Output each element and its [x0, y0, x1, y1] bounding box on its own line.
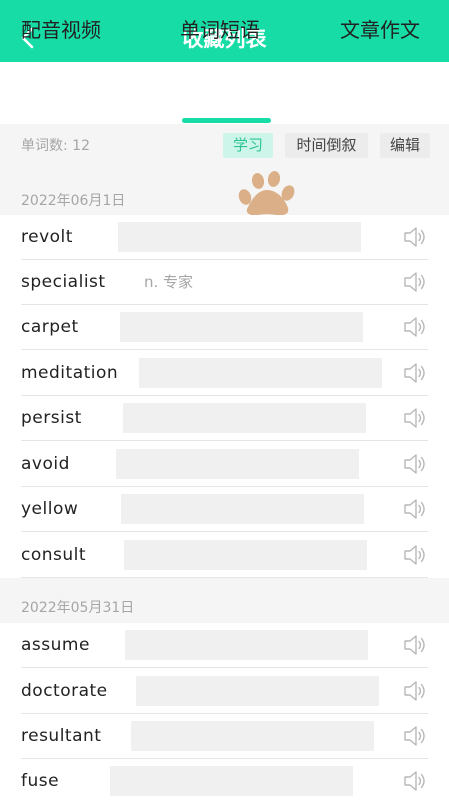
- meaning-mask[interactable]: [118, 222, 361, 252]
- list-item[interactable]: resultant: [0, 714, 449, 759]
- date-label: 2022年05月31日: [21, 600, 135, 616]
- row-divider: [21, 667, 428, 668]
- active-tab-indicator: [182, 118, 271, 123]
- word-text: persist: [21, 408, 82, 428]
- meaning-mask[interactable]: [121, 494, 364, 524]
- speaker-icon[interactable]: [403, 680, 427, 702]
- word-text: meditation: [21, 363, 119, 383]
- meaning-mask[interactable]: [116, 449, 359, 479]
- word-count-label: 单词数: 12: [21, 138, 90, 154]
- paw-icon: [238, 171, 295, 216]
- word-text: consult: [21, 545, 87, 565]
- meaning-mask[interactable]: [125, 630, 368, 660]
- meaning-mask[interactable]: [131, 721, 374, 751]
- speaker-icon[interactable]: [403, 725, 427, 747]
- list-item[interactable]: revolt: [0, 215, 449, 260]
- word-text: resultant: [21, 726, 102, 746]
- speaker-icon[interactable]: [403, 544, 427, 566]
- speaker-icon[interactable]: [403, 634, 427, 656]
- date-label: 2022年06月1日: [21, 193, 126, 209]
- date-header: 2022年06月1日: [0, 170, 449, 216]
- list-item[interactable]: specialist n. 专家: [0, 260, 449, 305]
- word-text: yellow: [21, 499, 79, 519]
- word-text: doctorate: [21, 681, 108, 701]
- speaker-icon[interactable]: [403, 770, 427, 792]
- tab-articles-essays[interactable]: 文章作文: [340, 16, 420, 44]
- date-header: 2022年05月31日: [0, 578, 449, 624]
- word-text: fuse: [21, 771, 60, 791]
- list-item[interactable]: persist: [0, 396, 449, 441]
- edit-button[interactable]: 编辑: [380, 133, 430, 158]
- word-text: specialist: [21, 272, 106, 292]
- meaning-mask[interactable]: [123, 403, 366, 433]
- study-button[interactable]: 学习: [223, 133, 273, 158]
- speaker-icon[interactable]: [403, 271, 427, 293]
- speaker-icon[interactable]: [403, 226, 427, 248]
- word-text: carpet: [21, 317, 79, 337]
- tab-dubbing-videos[interactable]: 配音视频: [21, 16, 101, 44]
- meaning-mask[interactable]: [136, 676, 379, 706]
- word-meaning: n. 专家: [144, 273, 194, 291]
- meaning-mask[interactable]: [120, 312, 363, 342]
- speaker-icon[interactable]: [403, 362, 427, 384]
- tab-bar: [0, 62, 449, 124]
- speaker-icon[interactable]: [403, 453, 427, 475]
- meaning-mask[interactable]: [139, 358, 382, 388]
- speaker-icon[interactable]: [403, 316, 427, 338]
- speaker-icon[interactable]: [403, 498, 427, 520]
- list-item[interactable]: carpet: [0, 305, 449, 350]
- meaning-mask[interactable]: [124, 540, 367, 570]
- row-divider: [21, 531, 428, 532]
- word-text: avoid: [21, 454, 70, 474]
- row-divider: [21, 440, 428, 441]
- list-item[interactable]: assume: [0, 623, 449, 668]
- list-item[interactable]: doctorate: [0, 669, 449, 714]
- list-item[interactable]: yellow: [0, 487, 449, 532]
- list-item[interactable]: meditation: [0, 351, 449, 396]
- meaning-mask[interactable]: [110, 766, 353, 796]
- list-item[interactable]: fuse: [0, 759, 449, 803]
- row-divider: [21, 349, 428, 350]
- sort-reverse-time-button[interactable]: 时间倒叙: [285, 133, 368, 158]
- word-text: revolt: [21, 227, 73, 247]
- speaker-icon[interactable]: [403, 407, 427, 429]
- list-item[interactable]: consult: [0, 533, 449, 578]
- tab-words-phrases[interactable]: 单词短语: [180, 16, 260, 44]
- word-text: assume: [21, 635, 90, 655]
- list-item[interactable]: avoid: [0, 442, 449, 487]
